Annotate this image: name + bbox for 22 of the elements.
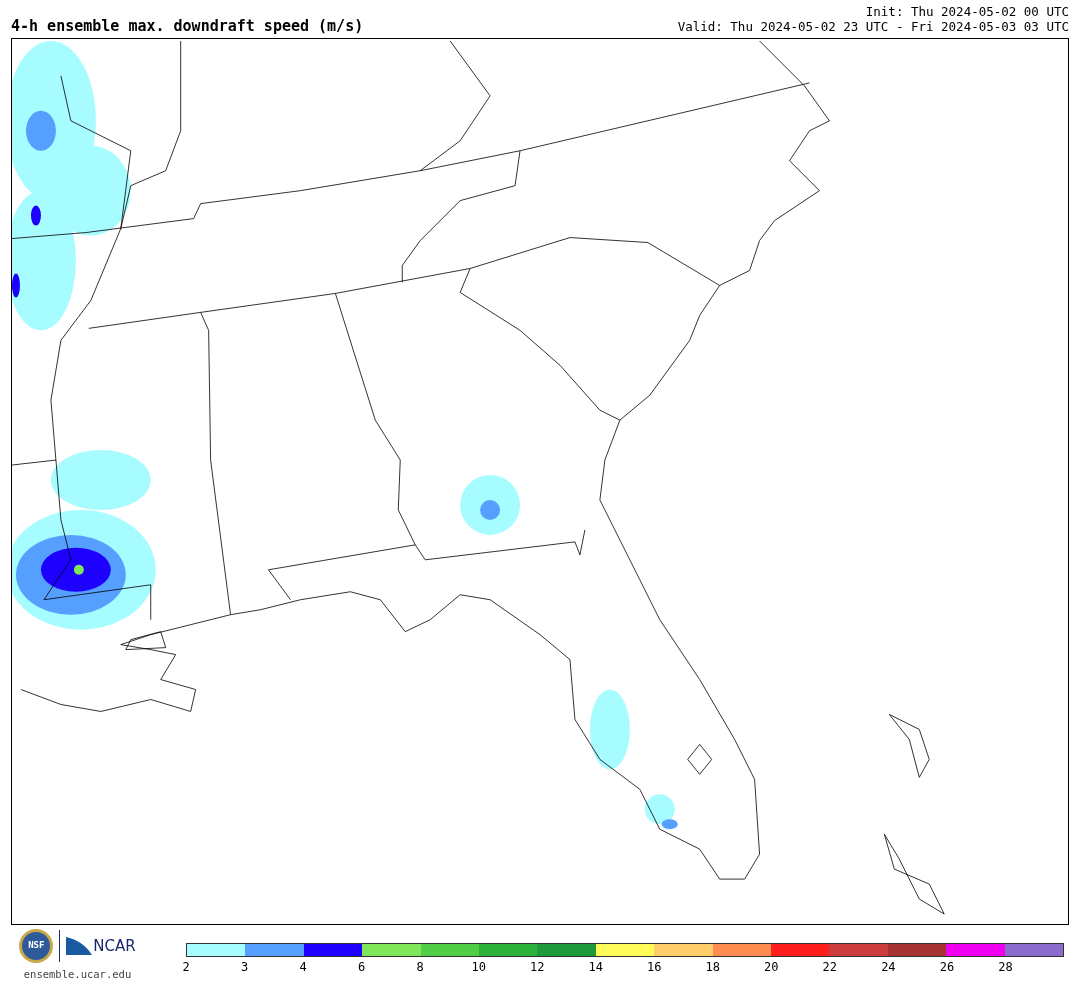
tick-label: 3: [240, 961, 249, 973]
nsf-logo: NSF: [19, 929, 54, 963]
tick-label: 12: [529, 961, 545, 973]
init-time: Init: Thu 2024-05-02 00 UTC: [865, 4, 1069, 19]
plot-title: 4-h ensemble max. downdraft speed (m/s): [11, 19, 364, 34]
tick-label: 20: [764, 961, 779, 973]
valid-time: Valid: Thu 2024-05-02 23 UTC - Fri 2024-05-03 03 UTC: [677, 19, 1069, 34]
tick-label: 4: [299, 961, 307, 973]
tick-label: 14: [588, 961, 603, 973]
tick-label: 10: [471, 961, 486, 973]
website-url: ensemble.ucar.edu: [23, 967, 132, 982]
tick-label: 16: [647, 961, 662, 973]
tick-label: 28: [998, 961, 1013, 973]
tick-label: 26: [939, 961, 955, 973]
tick-label: 22: [822, 961, 838, 973]
tick-label: 18: [705, 961, 720, 973]
tick-label: 6: [358, 961, 366, 973]
ncar-mark-icon: [66, 937, 93, 955]
tick-label: 8: [416, 961, 424, 973]
ncar-logo: NCAR: [93, 938, 136, 954]
tick-label: 2: [182, 961, 190, 973]
tick-label: 24: [881, 961, 896, 973]
